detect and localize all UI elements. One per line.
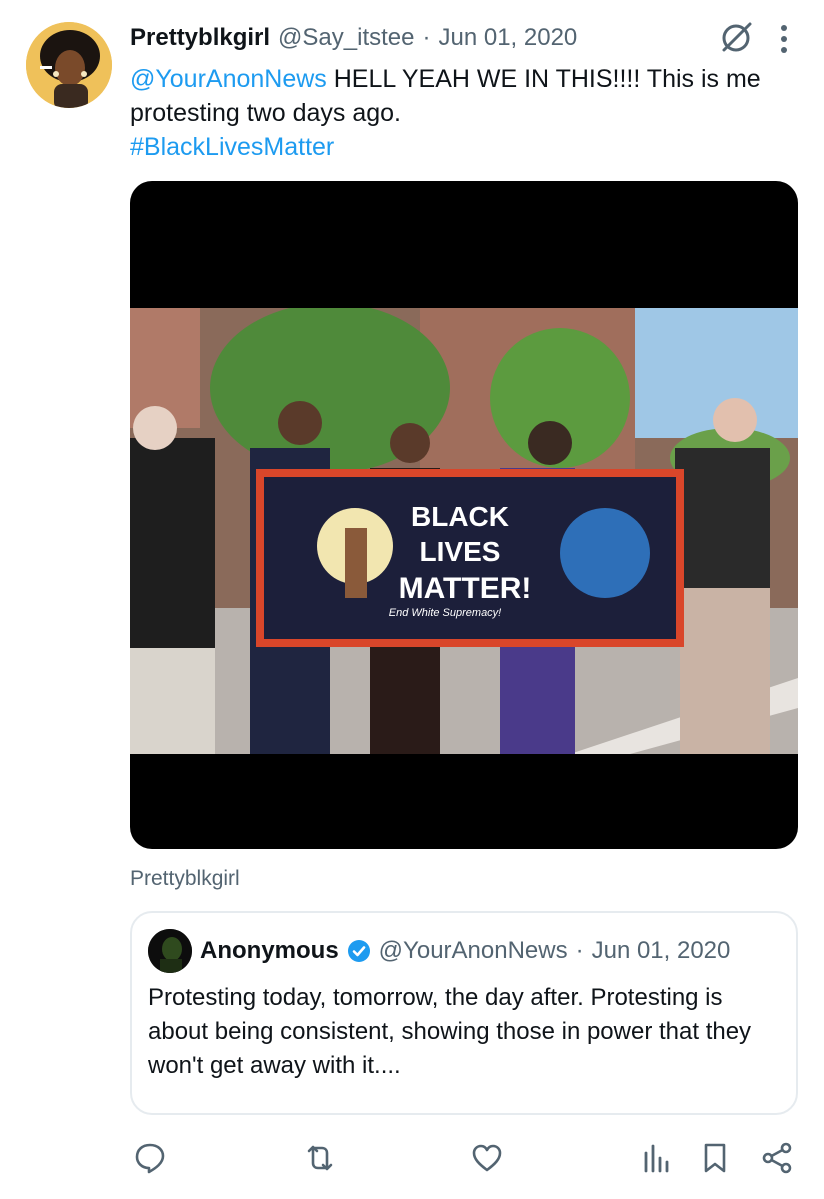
protest-photo: BLACK LIVES MATTER! End White Supremacy! (130, 308, 798, 754)
banner-line-2: LIVES (420, 536, 501, 567)
tweet-date[interactable]: Jun 01, 2020 (438, 24, 577, 52)
bookmark-icon[interactable] (696, 1138, 734, 1178)
mention-link[interactable]: @YourAnonNews (130, 65, 327, 93)
quote-author-avatar[interactable] (148, 929, 192, 973)
quote-date[interactable]: Jun 01, 2020 (592, 937, 731, 965)
tweet-text: @YourAnonNews HELL YEAH WE IN THIS!!!! T… (130, 62, 790, 164)
tweet-actions (0, 1138, 824, 1182)
tweet-header: Prettyblkgirl @Say_itstee · Jun 01, 2020 (130, 20, 734, 56)
retweet-icon[interactable] (301, 1138, 339, 1178)
quote-header: Anonymous @YourAnonNews · Jun 01, 2020 (200, 933, 730, 969)
media-credit[interactable]: Prettyblkgirl (130, 867, 240, 891)
banner-line-3: MATTER! (399, 572, 532, 605)
tweet-media[interactable]: BLACK LIVES MATTER! End White Supremacy! (130, 181, 798, 849)
quote-display-name[interactable]: Anonymous (200, 937, 339, 965)
banner-line-1: BLACK (411, 501, 509, 532)
share-icon[interactable] (758, 1138, 796, 1178)
verified-badge-icon (347, 940, 370, 962)
quote-handle[interactable]: @YourAnonNews (379, 937, 568, 965)
heart-icon[interactable] (468, 1138, 506, 1178)
grok-icon[interactable] (718, 20, 754, 56)
separator-dot: · (422, 24, 431, 51)
more-options-icon[interactable] (774, 22, 794, 56)
quoted-tweet[interactable]: Anonymous @YourAnonNews · Jun 01, 2020 P… (130, 911, 798, 1115)
quote-text: Protesting today, tomorrow, the day afte… (148, 984, 752, 1079)
author-avatar[interactable] (26, 22, 112, 108)
hashtag-link[interactable]: #BlackLivesMatter (130, 133, 334, 161)
views-icon[interactable] (637, 1138, 675, 1178)
author-display-name[interactable]: Prettyblkgirl (130, 24, 270, 52)
reply-icon[interactable] (131, 1138, 169, 1178)
author-handle[interactable]: @Say_itstee (278, 24, 414, 52)
separator-dot: · (575, 937, 584, 964)
banner-subtext: End White Supremacy! (389, 607, 502, 619)
